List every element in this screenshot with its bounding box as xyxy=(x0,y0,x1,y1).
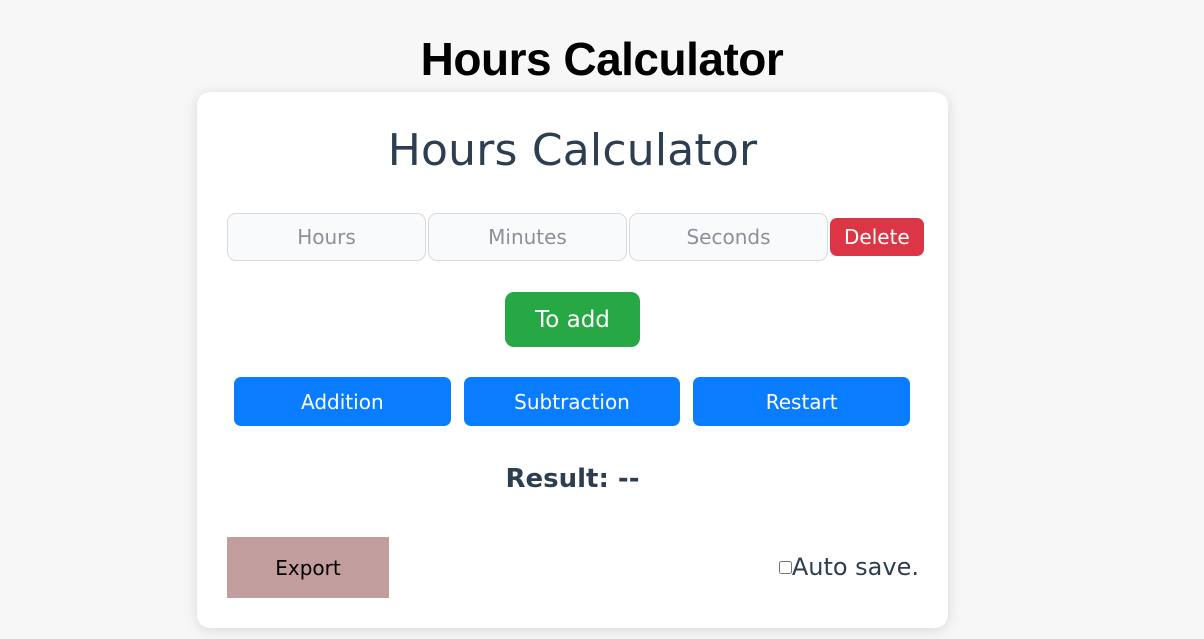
export-button[interactable]: Export xyxy=(227,537,389,598)
result-display: Result: -- xyxy=(505,464,640,494)
addition-button[interactable]: Addition xyxy=(234,377,451,426)
autosave-label: Auto save. xyxy=(791,553,919,581)
restart-button[interactable]: Restart xyxy=(693,377,911,426)
autosave-control[interactable]: Auto save. xyxy=(778,553,919,581)
page-title: Hours Calculator xyxy=(420,32,784,85)
seconds-input[interactable] xyxy=(629,213,828,261)
app-root: Hours Calculator Hours Calculator Delete… xyxy=(0,0,1204,639)
hours-input[interactable] xyxy=(227,213,426,261)
calculator-card: Hours Calculator Delete To add Addition … xyxy=(197,92,948,628)
subtraction-button[interactable]: Subtraction xyxy=(463,377,681,426)
operations-row: Addition Subtraction Restart xyxy=(234,377,911,426)
add-button[interactable]: To add xyxy=(505,292,640,347)
autosave-checkbox[interactable] xyxy=(778,560,792,574)
card-heading: Hours Calculator xyxy=(387,125,758,176)
delete-button[interactable]: Delete xyxy=(830,218,924,256)
footer-row: Export Auto save. xyxy=(227,537,919,599)
minutes-input[interactable] xyxy=(428,213,627,261)
time-input-row: Delete xyxy=(227,213,924,261)
